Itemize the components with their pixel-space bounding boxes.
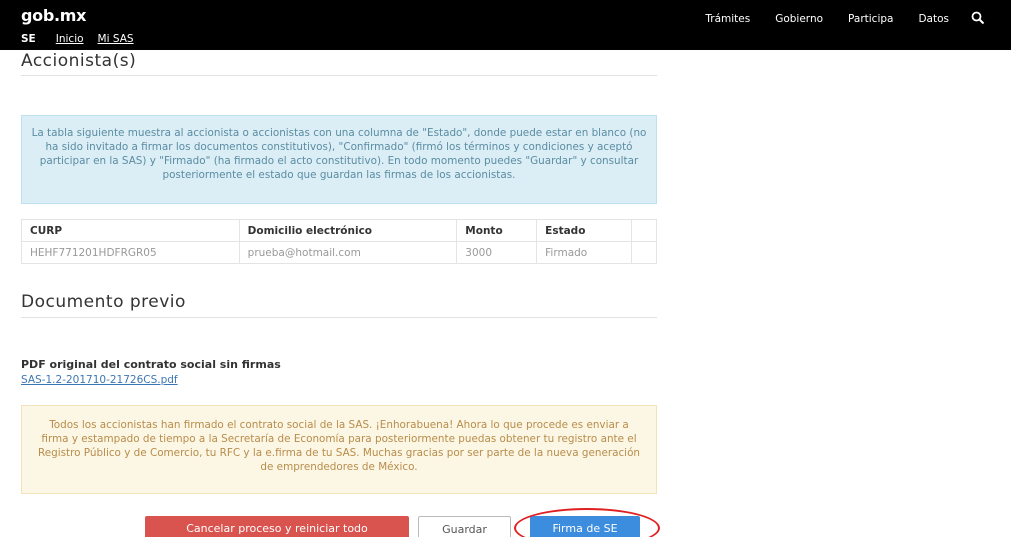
sub-nav: SE Inicio Mi SAS <box>21 33 148 45</box>
accionistas-table: CURP Domicilio electrónico Monto Estado … <box>21 219 657 264</box>
pdf-link[interactable]: SAS-1.2-201710-21726CS.pdf <box>21 374 178 386</box>
save-button[interactable]: Guardar <box>418 516 511 537</box>
cancel-button[interactable]: Cancelar proceso y reiniciar todo <box>145 516 409 537</box>
table-row: HEHF771201HDFRGR05 prueba@hotmail.com 30… <box>21 241 657 264</box>
info-alert: La tabla siguiente muestra al accionista… <box>21 115 657 204</box>
search-icon[interactable] <box>971 11 985 25</box>
cell-empty <box>631 241 657 264</box>
column-header-estado: Estado <box>536 219 632 242</box>
warning-alert: Todos los accionistas han firmado el con… <box>21 405 657 494</box>
cell-curp: HEHF771201HDFRGR05 <box>21 241 240 264</box>
gobmx-logo[interactable]: gob.mx <box>21 6 86 25</box>
main-nav: Trámites Gobierno Participa Datos <box>680 11 985 26</box>
pdf-label: PDF original del contrato social sin fir… <box>21 358 281 371</box>
column-header-empty <box>631 219 657 242</box>
column-header-domicilio: Domicilio electrónico <box>238 219 458 242</box>
highlight-circle <box>514 508 660 537</box>
nav-tramites[interactable]: Trámites <box>705 13 750 25</box>
divider <box>21 75 657 76</box>
nav-gobierno[interactable]: Gobierno <box>775 13 823 25</box>
section-label: SE <box>21 33 36 45</box>
nav-participa[interactable]: Participa <box>848 13 893 25</box>
table-header-row: CURP Domicilio electrónico Monto Estado <box>21 219 657 242</box>
cell-domicilio: prueba@hotmail.com <box>238 241 458 264</box>
cell-monto: 3000 <box>456 241 538 264</box>
accionistas-title: Accionista(s) <box>21 51 137 71</box>
divider <box>21 317 657 318</box>
nav-datos[interactable]: Datos <box>918 13 949 25</box>
column-header-monto: Monto <box>456 219 538 242</box>
column-header-curp: CURP <box>21 219 240 242</box>
subnav-inicio[interactable]: Inicio <box>56 33 84 45</box>
documento-title: Documento previo <box>21 292 186 312</box>
subnav-mi-sas[interactable]: Mi SAS <box>98 33 134 45</box>
top-header: gob.mx Trámites Gobierno Participa Datos… <box>0 0 1011 50</box>
cell-estado: Firmado <box>536 241 632 264</box>
